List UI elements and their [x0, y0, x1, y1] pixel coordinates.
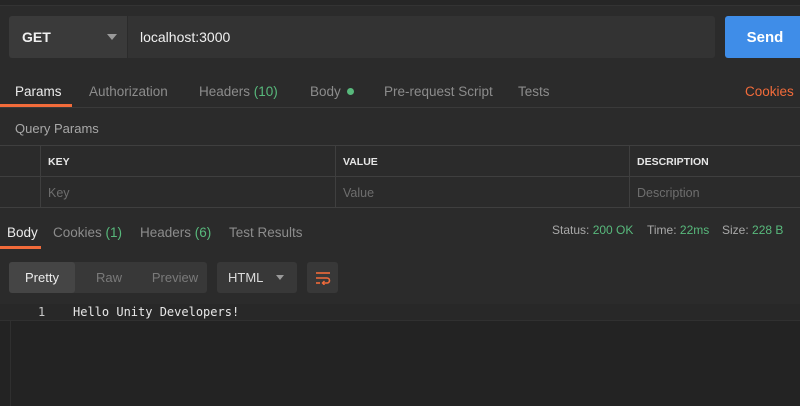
- chevron-down-icon: [276, 275, 284, 280]
- wrap-lines-icon: [315, 271, 330, 285]
- method-label: GET: [22, 29, 51, 45]
- size-readout: Size: 228 B: [722, 223, 783, 237]
- response-tab-body[interactable]: Body: [7, 225, 38, 240]
- status-label: Status:: [552, 223, 590, 237]
- size-value: 228 B: [752, 223, 784, 237]
- response-tab-headers-label: Headers: [140, 225, 192, 240]
- query-params-title: Query Params: [15, 121, 99, 136]
- url-text: localhost:3000: [140, 29, 231, 45]
- format-select[interactable]: HTML: [217, 262, 297, 293]
- code-line: 1 Hello Unity Developers!: [0, 304, 800, 321]
- response-tab-headers[interactable]: Headers (6): [140, 225, 211, 240]
- tab-headers[interactable]: Headers (10): [199, 84, 278, 99]
- preview-button[interactable]: Preview: [143, 262, 207, 293]
- time-label: Time:: [647, 223, 677, 237]
- params-table: KEY VALUE DESCRIPTION Key Value Descript…: [0, 145, 800, 208]
- request-tabs: Params Authorization Headers (10) Body P…: [0, 76, 800, 108]
- size-label: Size:: [722, 223, 749, 237]
- send-button[interactable]: Send: [725, 16, 800, 58]
- tab-body[interactable]: Body: [310, 84, 354, 99]
- column-header-key: KEY: [40, 146, 335, 177]
- response-tab-test-results[interactable]: Test Results: [229, 225, 303, 240]
- top-strip: [0, 0, 800, 6]
- pretty-button[interactable]: Pretty: [9, 262, 75, 293]
- tab-pre-request-script[interactable]: Pre-request Script: [384, 84, 493, 99]
- chevron-down-icon: [107, 34, 117, 40]
- value-input[interactable]: Value: [335, 177, 629, 208]
- tab-headers-label: Headers: [199, 84, 251, 99]
- response-body-editor[interactable]: 1 Hello Unity Developers!: [0, 304, 800, 406]
- status-value: 200 OK: [592, 223, 634, 237]
- response-active-tab-indicator: [0, 246, 41, 249]
- response-tab-cookies-label: Cookies: [53, 225, 102, 240]
- line-number: 1: [38, 305, 46, 319]
- tab-authorization[interactable]: Authorization: [89, 84, 168, 99]
- view-mode-segmented-control: Pretty Raw Preview: [9, 262, 207, 293]
- time-value: 22ms: [679, 223, 710, 237]
- body-indicator-dot-icon: [346, 87, 354, 95]
- cookies-link[interactable]: Cookies: [745, 84, 794, 99]
- response-tab-cookies[interactable]: Cookies (1): [53, 225, 122, 240]
- tab-body-label: Body: [310, 84, 341, 99]
- tab-params[interactable]: Params: [15, 84, 62, 99]
- headers-count: (10): [253, 84, 278, 99]
- wrap-lines-button[interactable]: [307, 262, 338, 293]
- column-header-value: VALUE: [335, 146, 629, 177]
- table-row: Key Value Description: [0, 177, 800, 208]
- response-cookies-count: (1): [105, 225, 123, 240]
- format-label: HTML: [228, 270, 264, 285]
- time-readout: Time: 22ms: [647, 223, 709, 237]
- key-input[interactable]: Key: [40, 177, 335, 208]
- active-tab-indicator: [0, 104, 72, 107]
- raw-button[interactable]: Raw: [75, 262, 143, 293]
- line-text: Hello Unity Developers!: [73, 305, 240, 319]
- status-readout: Status: 200 OK: [552, 223, 633, 237]
- response-headers-count: (6): [194, 225, 212, 240]
- column-header-description: DESCRIPTION: [629, 146, 800, 177]
- table-header-row: KEY VALUE DESCRIPTION: [0, 146, 800, 177]
- url-input[interactable]: localhost:3000: [128, 16, 715, 58]
- tab-tests[interactable]: Tests: [518, 84, 550, 99]
- method-select[interactable]: GET: [9, 16, 127, 58]
- description-input[interactable]: Description: [629, 177, 800, 208]
